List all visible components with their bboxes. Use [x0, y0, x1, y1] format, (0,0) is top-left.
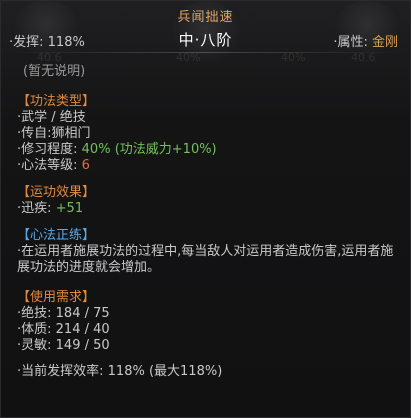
mind-practice-text: ·在运用者施展功法的过程中,每当敌人对运用者造成伤害,运用者施展功法的进度就会增… [17, 244, 394, 275]
practice-value: 40% [81, 142, 111, 157]
mind-level-value: 6 [81, 158, 90, 173]
description: (暂无说明) [23, 64, 86, 79]
requirement-label: ·绝技: [17, 306, 52, 321]
attribute-summary: ·属性: 金刚 [333, 31, 398, 50]
efficiency-summary: ·发挥: 118% [9, 31, 85, 50]
kungfu-title: 兵闻拙速 [177, 10, 234, 25]
background-numbers: 40.6 40% 40% 40.6 [1, 51, 410, 65]
section-title-requirements: 【使用需求】 [17, 290, 96, 305]
requirement-label: ·灵敏: [17, 338, 52, 353]
attribute-label: ·属性: [333, 35, 368, 50]
effect-item: ·迅疾: +51 [17, 201, 396, 217]
current-efficiency-value: 118% [107, 364, 145, 379]
practice-progress: ·修习程度: 40% (功法威力+10%) [17, 142, 396, 158]
requirement-row: ·体质: 214 / 40 [17, 322, 396, 338]
efficiency-label: ·发挥: [9, 35, 44, 50]
effect-label: ·迅疾: [17, 201, 52, 216]
mind-level-label: ·心法等级: [17, 158, 78, 173]
practice-label: ·修习程度: [17, 142, 78, 157]
kungfu-origin: ·传自:狮相门 [17, 126, 91, 141]
tooltip-body: (暂无说明) 【功法类型】 ·武学 / 绝技 ·传自:狮相门 ·修习程度: 40… [17, 64, 396, 380]
section-title-kungfu-type: 【功法类型】 [17, 94, 96, 109]
attribute-value: 金刚 [371, 35, 398, 50]
current-efficiency-label: ·当前发挥效率: [17, 364, 104, 379]
kungfu-tooltip: 兵闻拙速 中·八阶 ·发挥: 118% ·属性: 金刚 40.6 40% 40%… [0, 0, 411, 418]
requirement-required: / 40 [84, 322, 110, 337]
current-efficiency: ·当前发挥效率: 118% (最大118%) [17, 364, 396, 380]
requirement-label: ·体质: [17, 322, 52, 337]
section-title-mind-practice: 【心法正练】 [17, 228, 96, 243]
current-efficiency-max: (最大118%) [148, 364, 223, 379]
header-divider [9, 52, 402, 53]
requirement-current: 184 [55, 306, 81, 321]
requirement-row: ·绝技: 184 / 75 [17, 306, 396, 322]
effect-value: +51 [55, 201, 84, 216]
requirement-required: / 50 [84, 338, 110, 353]
section-title-effect: 【运功效果】 [17, 185, 96, 200]
requirement-row: ·灵敏: 149 / 50 [17, 338, 396, 354]
kungfu-category: ·武学 / 绝技 [17, 110, 86, 125]
practice-bonus: (功法威力+10%) [114, 142, 217, 157]
requirement-current: 149 [55, 338, 81, 353]
efficiency-value: 118% [47, 35, 85, 50]
requirement-current: 214 [55, 322, 81, 337]
mind-level: ·心法等级: 6 [17, 158, 396, 174]
requirement-required: / 75 [84, 306, 110, 321]
